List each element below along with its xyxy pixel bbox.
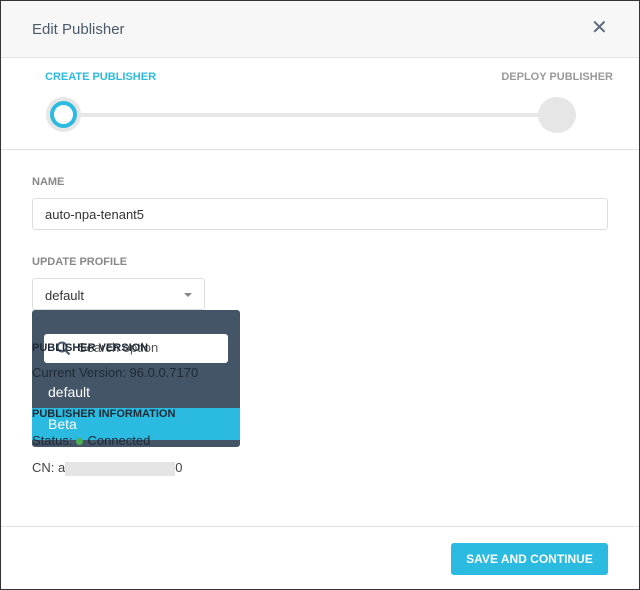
option-beta[interactable]: Beta (32, 408, 240, 440)
step-1-indicator (46, 97, 81, 132)
option-default[interactable]: default (32, 376, 240, 408)
stepper: CREATE PUBLISHER DEPLOY PUBLISHER (1, 58, 639, 150)
save-and-continue-button[interactable]: SAVE AND CONTINUE (451, 543, 608, 575)
cn-label: CN: a (32, 460, 66, 475)
cn-suffix: 0 (175, 460, 183, 475)
search-placeholder: Search option (78, 340, 159, 355)
selected-value: default (45, 288, 85, 303)
step-create-publisher: CREATE PUBLISHER (45, 71, 157, 83)
step-track (63, 113, 553, 117)
chevron-down-icon (184, 293, 192, 297)
step-2-indicator (538, 97, 576, 133)
footer-divider (1, 526, 639, 527)
profile-dropdown: Search option default Beta (32, 310, 240, 447)
dialog-title: Edit Publisher (32, 21, 125, 38)
cn: CN: a 0 (32, 460, 182, 476)
name-input[interactable] (32, 198, 608, 230)
step-deploy-publisher: DEPLOY PUBLISHER (501, 71, 613, 83)
update-profile-label: UPDATE PROFILE (32, 256, 128, 268)
search-option-input[interactable]: Search option (44, 334, 228, 363)
name-label: NAME (32, 176, 65, 188)
search-icon (56, 341, 71, 356)
close-icon[interactable]: ✕ (591, 18, 608, 38)
dialog-header: Edit Publisher ✕ (1, 1, 639, 58)
redacted-block (65, 461, 176, 476)
update-profile-select[interactable]: default (32, 278, 205, 310)
